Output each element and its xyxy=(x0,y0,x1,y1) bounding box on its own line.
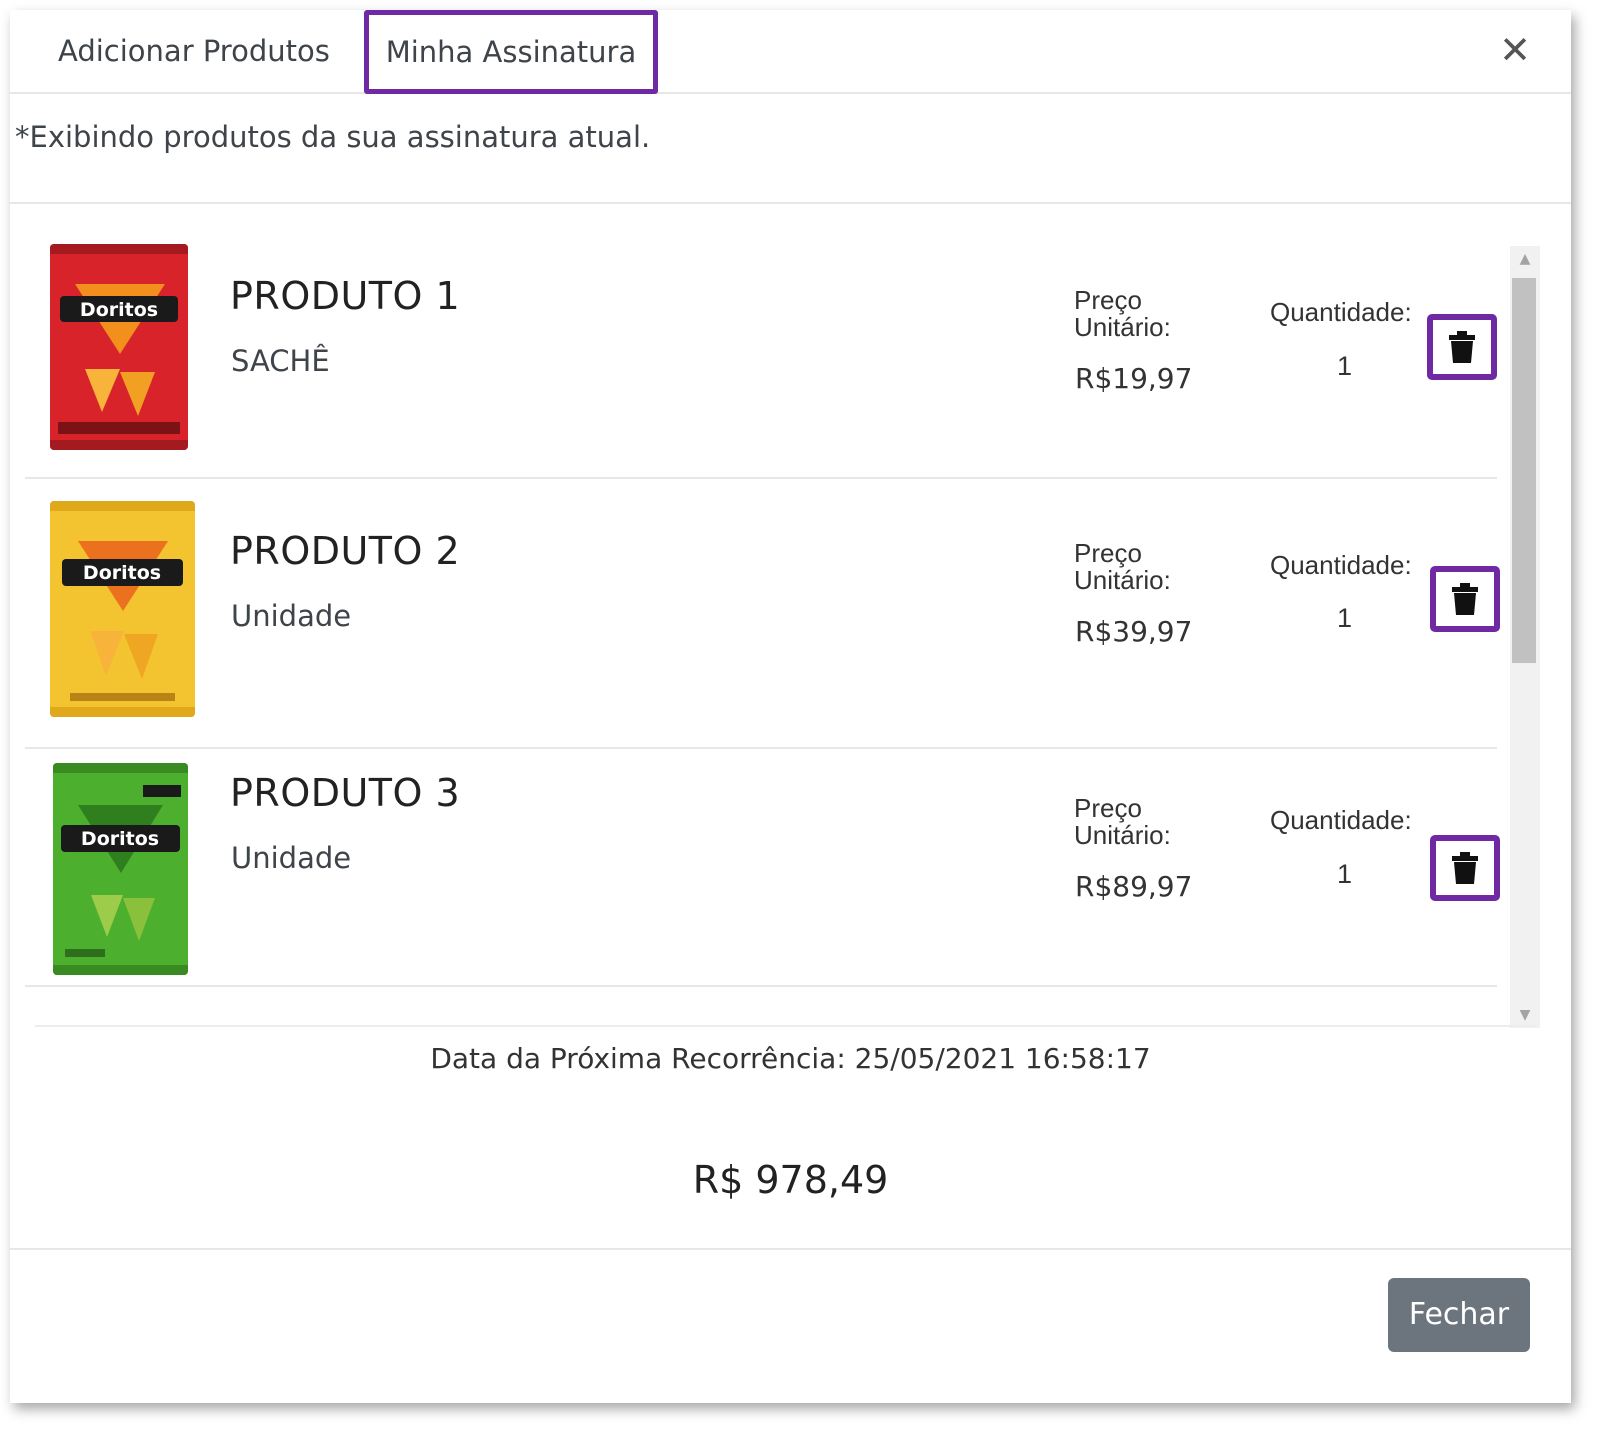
quantity-label: Quantidade: xyxy=(1270,297,1412,327)
divider xyxy=(35,1025,1535,1027)
svg-text:Doritos: Doritos xyxy=(80,299,158,321)
product-name: PRODUTO 3 xyxy=(230,771,461,815)
product-unit: SACHÊ xyxy=(231,344,330,378)
delete-button[interactable] xyxy=(1430,566,1500,632)
subscription-modal: Adicionar Produtos Minha Assinatura ✕ *E… xyxy=(10,10,1571,1403)
price-value: R$19,97 xyxy=(1075,362,1193,395)
scrollbar-thumb[interactable] xyxy=(1512,278,1536,663)
modal-tabs: Adicionar Produtos Minha Assinatura ✕ xyxy=(10,10,1571,94)
list-item: Doritos PRODUTO 2 Unidade Preço Unitário… xyxy=(25,479,1500,749)
price-value: R$89,97 xyxy=(1075,870,1193,903)
close-icon[interactable]: ✕ xyxy=(1499,28,1531,72)
svg-text:Doritos: Doritos xyxy=(81,828,159,850)
product-list-scrollbar[interactable]: ▲ ▼ xyxy=(1510,246,1540,1028)
trash-icon xyxy=(1452,583,1478,615)
trash-icon xyxy=(1452,852,1478,884)
doritos-bag-green-icon: Doritos xyxy=(53,763,188,975)
product-name: PRODUTO 2 xyxy=(230,529,461,573)
subscription-total: R$ 978,49 xyxy=(692,1158,889,1202)
quantity-label: Quantidade: xyxy=(1270,550,1412,580)
doritos-bag-red-icon: Doritos xyxy=(50,244,188,450)
product-name: PRODUTO 1 xyxy=(230,274,461,318)
scroll-up-icon[interactable]: ▲ xyxy=(1510,246,1540,272)
delete-button[interactable] xyxy=(1430,835,1500,901)
quantity-value: 1 xyxy=(1337,603,1353,633)
price-value: R$39,97 xyxy=(1075,615,1193,648)
quantity-value: 1 xyxy=(1337,859,1353,889)
svg-text:Doritos: Doritos xyxy=(83,562,161,584)
price-label: Preço Unitário: xyxy=(1074,285,1171,342)
divider xyxy=(10,202,1571,204)
delete-button[interactable] xyxy=(1427,314,1497,380)
subscription-info-text: *Exibindo produtos da sua assinatura atu… xyxy=(15,120,651,154)
doritos-bag-yellow-icon: Doritos xyxy=(50,501,195,717)
tab-my-subscription[interactable]: Minha Assinatura xyxy=(364,10,658,94)
product-unit: Unidade xyxy=(231,841,352,875)
trash-icon xyxy=(1449,331,1475,363)
product-unit: Unidade xyxy=(231,599,352,633)
product-list: Doritos PRODUTO 1 SACHÊ Preço Unitário: … xyxy=(25,234,1535,1024)
list-item: Doritos PRODUTO 3 Unidade Preço Unitário… xyxy=(25,749,1500,987)
list-item: Doritos PRODUTO 1 SACHÊ Preço Unitário: … xyxy=(25,234,1497,479)
quantity-label: Quantidade: xyxy=(1270,805,1412,835)
price-label: Preço Unitário: xyxy=(1074,538,1171,595)
next-recurrence-date: Data da Próxima Recorrência: 25/05/2021 … xyxy=(430,1042,1151,1075)
divider xyxy=(10,1248,1571,1250)
price-label: Preço Unitário: xyxy=(1074,793,1171,850)
quantity-value: 1 xyxy=(1337,351,1353,381)
tab-add-products[interactable]: Adicionar Produtos xyxy=(58,10,330,92)
close-button[interactable]: Fechar xyxy=(1388,1278,1530,1352)
